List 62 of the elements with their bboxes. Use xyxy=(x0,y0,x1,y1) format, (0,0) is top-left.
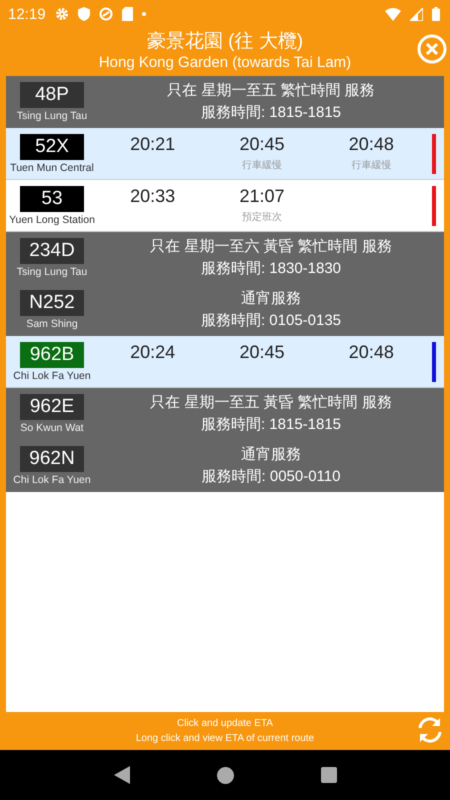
stop-title: 豪景花園 (往 大欖) xyxy=(146,30,304,52)
route-number: N252 xyxy=(20,290,84,316)
destination-label: Tsing Lung Tau xyxy=(16,110,88,122)
route-number: 53 xyxy=(20,186,84,212)
signal-icon xyxy=(410,8,423,20)
route-number: 52X xyxy=(20,134,84,160)
eta-time: 21:07 xyxy=(239,186,285,207)
destination-label: Tsing Lung Tau xyxy=(16,266,88,278)
service-note: 只在 星期一至五 繁忙時間 服務 xyxy=(167,81,375,101)
service-note: 服務時間: 1830-1830 xyxy=(200,259,342,279)
recents-icon[interactable] xyxy=(320,767,336,783)
sd-card-icon xyxy=(122,7,133,21)
dot-icon xyxy=(142,12,146,16)
destination-label: Tuen Mun Central xyxy=(10,162,94,174)
shield-icon xyxy=(78,7,90,21)
route-number: 48P xyxy=(20,82,84,108)
destination-label: Chi Lok Fa Yuen xyxy=(13,474,91,486)
service-note: 通宵服務 xyxy=(241,289,301,309)
route-row[interactable]: 52X Tuen Mun Central 20:21 20:45 行車緩慢 20:48 行車緩慢 xyxy=(6,128,444,180)
route-row[interactable]: 962B Chi Lok Fa Yuen 20:24 20:45 20:48 xyxy=(6,336,444,388)
service-note: 通宵服務 xyxy=(241,445,301,465)
route-number: 234D xyxy=(20,238,84,264)
destination-label: So Kwun Wat xyxy=(20,422,84,434)
eta-time: 20:45 xyxy=(239,134,285,155)
service-note: 服務時間: 0105-0135 xyxy=(200,311,342,331)
gear-icon xyxy=(54,7,69,21)
destination-label: Sam Shing xyxy=(26,318,78,330)
service-note: 服務時間: 1815-1815 xyxy=(200,415,342,435)
stop-subtitle: Hong Kong Garden (towards Tai Lam) xyxy=(98,52,352,72)
battery-icon xyxy=(432,7,440,21)
route-number: 962E xyxy=(20,394,84,420)
eta-note: 行車緩慢 xyxy=(351,158,392,172)
service-note: 只在 星期一至五 黃昏 繁忙時間 服務 xyxy=(150,393,392,413)
service-note: 只在 星期一至六 黃昏 繁忙時間 服務 xyxy=(150,237,392,257)
home-icon[interactable] xyxy=(216,766,234,784)
eta-time: 20:48 xyxy=(348,342,394,363)
back-icon[interactable] xyxy=(114,766,130,784)
eta-time: 20:45 xyxy=(239,342,285,363)
route-row[interactable]: 48P Tsing Lung Tau 只在 星期一至五 繁忙時間 服務 服務時間: 1815-1815 xyxy=(6,76,444,128)
footer-hint: Click and update ETA xyxy=(177,717,273,731)
route-row[interactable]: 962E So Kwun Wat 只在 星期一至五 黃昏 繁忙時間 服務 服務時間: 1815-1815 xyxy=(6,388,444,440)
route-row[interactable]: N252 Sam Shing 通宵服務 服務時間: 0105-0135 xyxy=(6,284,444,336)
eta-note: 預定班次 xyxy=(242,210,282,224)
destination-label: Yuen Long Station xyxy=(9,214,95,226)
service-note: 服務時間: 0050-0110 xyxy=(202,467,340,487)
wifi-icon xyxy=(385,8,401,20)
route-row[interactable]: 234D Tsing Lung Tau 只在 星期一至六 黃昏 繁忙時間 服務 服務時間: 1830-1830 xyxy=(6,232,444,284)
destination-label: Chi Lok Fa Yuen xyxy=(13,370,91,382)
footer-hint: Long click and view ETA of current route xyxy=(136,732,314,746)
eta-time: 20:48 xyxy=(348,134,394,155)
close-icon xyxy=(417,34,447,64)
eta-time: 20:24 xyxy=(130,342,176,363)
eta-note: 行車緩慢 xyxy=(242,158,282,172)
route-number: 962N xyxy=(20,446,84,472)
route-row[interactable]: 962N Chi Lok Fa Yuen 通宵服務 服務時間: 0050-0110 xyxy=(6,440,444,492)
service-note: 服務時間: 1815-1815 xyxy=(200,103,342,123)
route-number: 962B xyxy=(20,342,84,368)
data-saver-icon xyxy=(98,7,113,21)
eta-time: 20:33 xyxy=(130,186,176,207)
status-time: 12:19 xyxy=(8,6,46,22)
eta-time: 20:21 xyxy=(130,134,176,155)
refresh-icon xyxy=(416,716,444,744)
